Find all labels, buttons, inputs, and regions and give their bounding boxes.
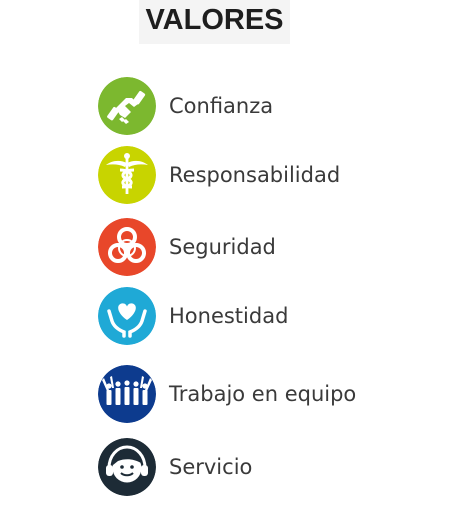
value-label: Confianza	[169, 94, 274, 118]
title-banner: VALORES	[139, 0, 290, 44]
page-title: VALORES	[145, 4, 284, 36]
value-label: Servicio	[169, 455, 253, 479]
value-label: Honestidad	[169, 304, 289, 328]
value-item-honestidad: Honestidad	[98, 287, 438, 345]
value-label: Responsabilidad	[169, 163, 341, 187]
value-item-confianza: Confianza	[98, 77, 438, 135]
value-label: Trabajo en equipo	[169, 382, 357, 406]
team-icon	[98, 365, 156, 423]
value-item-responsabilidad: Responsabilidad	[98, 146, 438, 204]
headset-agent-icon	[98, 438, 156, 496]
heart-hands-icon	[98, 287, 156, 345]
value-item-seguridad: Seguridad	[98, 218, 438, 276]
biohazard-icon	[98, 218, 156, 276]
caduceus-icon	[98, 146, 156, 204]
value-item-servicio: Servicio	[98, 438, 438, 496]
handshake-icon	[98, 77, 156, 135]
value-label: Seguridad	[169, 235, 276, 259]
value-item-trabajo-en-equipo: Trabajo en equipo	[98, 365, 438, 423]
